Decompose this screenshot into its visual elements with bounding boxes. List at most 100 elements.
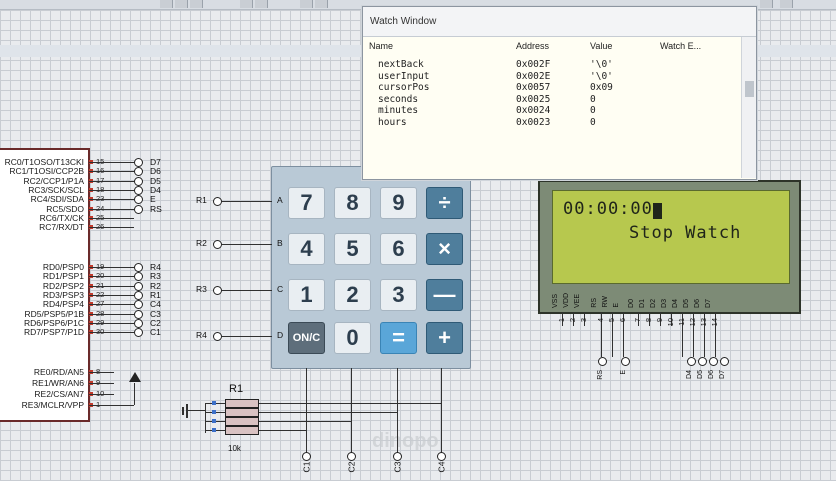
net-terminal[interactable]	[709, 357, 718, 366]
wire	[222, 244, 272, 245]
key-0-0[interactable]: 7	[288, 187, 325, 219]
net-terminal[interactable]	[598, 357, 607, 366]
key-3-1[interactable]: 0	[334, 322, 371, 354]
key-1-0[interactable]: 4	[288, 233, 325, 265]
lcd-net-label: D5	[697, 370, 704, 379]
net-terminal[interactable]	[720, 357, 729, 366]
wire	[259, 412, 397, 413]
watch-scrollbar[interactable]	[741, 37, 756, 178]
key-1-2[interactable]: 6	[380, 233, 417, 265]
watch-window-title[interactable]: Watch Window	[363, 7, 756, 37]
lcd-pin-label: VDD	[563, 293, 570, 308]
key-3-3[interactable]: +	[426, 322, 463, 354]
toolbar-button[interactable]	[315, 0, 328, 8]
net-terminal[interactable]	[347, 452, 356, 461]
net-terminal[interactable]	[213, 240, 222, 249]
key-2-2[interactable]: 3	[380, 279, 417, 311]
key-0-1[interactable]: 8	[334, 187, 371, 219]
watch-address: 0x0057	[516, 82, 551, 93]
toolbar-button[interactable]	[190, 0, 203, 8]
key-2-1[interactable]: 2	[334, 279, 371, 311]
toolbar-button[interactable]	[160, 0, 173, 8]
lcd-display[interactable]: 00:00:00 Stop Watch VSS VDD VEE RS RW E D0 D1 D2…	[538, 180, 801, 314]
net-terminal[interactable]	[213, 197, 222, 206]
net-terminal[interactable]	[213, 332, 222, 341]
row-letter: C	[277, 284, 284, 294]
key-0-3[interactable]: ÷	[426, 187, 463, 219]
net-label: R1	[196, 195, 207, 205]
net-terminal[interactable]	[134, 176, 143, 186]
net-terminal[interactable]	[393, 452, 402, 461]
toolbar-button[interactable]	[240, 0, 253, 8]
wire	[89, 276, 134, 278]
key-2-0[interactable]: 1	[288, 279, 325, 311]
net-terminal[interactable]	[134, 185, 143, 195]
watch-row[interactable]: seconds 0x0025 0	[363, 94, 741, 106]
pin-marker	[212, 419, 216, 423]
resistor[interactable]	[225, 399, 259, 408]
watch-name: minutes	[378, 105, 419, 116]
toolbar-button[interactable]	[300, 0, 313, 8]
toolbar-button[interactable]	[780, 0, 793, 8]
key-2-3[interactable]: —	[426, 279, 463, 311]
lcd-pin-label: VSS	[552, 293, 559, 308]
toolbar-button[interactable]	[175, 0, 188, 8]
column-address[interactable]: Address	[516, 41, 549, 51]
wire	[89, 383, 114, 384]
key-0-2[interactable]: 9	[380, 187, 417, 219]
watch-row[interactable]: cursorPos 0x0057 0x09	[363, 82, 741, 94]
net-terminal[interactable]	[134, 281, 143, 291]
column-name[interactable]: Name	[369, 41, 393, 51]
wire	[89, 285, 134, 287]
net-terminal[interactable]	[134, 290, 143, 300]
lcd-pin-label: RW	[602, 296, 609, 308]
column-value[interactable]: Value	[590, 41, 612, 51]
lcd-pin-number: 2	[568, 318, 577, 323]
net-terminal[interactable]	[437, 452, 446, 461]
key-3-2[interactable]: =	[380, 322, 417, 354]
net-terminal[interactable]	[698, 357, 707, 366]
wire	[89, 372, 114, 373]
watch-address: 0x0023	[516, 116, 551, 128]
watch-name: seconds	[378, 93, 419, 105]
net-label: RS	[150, 203, 162, 214]
net-terminal[interactable]	[134, 309, 143, 319]
net-label: C2	[346, 461, 357, 473]
net-terminal[interactable]	[302, 452, 311, 461]
toolbar-button[interactable]	[760, 0, 773, 8]
net-terminal[interactable]	[134, 204, 143, 214]
watch-row[interactable]: userInput 0x002E '\0'	[363, 71, 741, 83]
net-terminal[interactable]	[134, 263, 143, 272]
wire	[89, 227, 134, 229]
key-3-0[interactable]: ON/C	[288, 322, 325, 354]
scrollbar-thumb[interactable]	[745, 81, 754, 97]
key-1-1[interactable]: 5	[334, 233, 371, 265]
net-terminal[interactable]	[213, 286, 222, 295]
watch-row[interactable]: minutes 0x0024 0	[363, 105, 741, 117]
net-terminal[interactable]	[621, 357, 630, 366]
wire	[89, 332, 134, 334]
resistor[interactable]	[225, 408, 259, 417]
watch-row[interactable]: nextBack 0x002F '\0'	[363, 59, 741, 71]
resistor[interactable]	[225, 417, 259, 426]
key-1-3[interactable]: ×	[426, 233, 463, 265]
pin-label: RE0/RD/AN5	[33, 367, 84, 377]
keypad[interactable]: 7 8 9 ÷ 4 5 6 × 1 2 3 — ON/C 0 = +	[271, 166, 471, 369]
watch-row[interactable]: hours 0x0023 0	[363, 117, 741, 129]
lcd-net-label: RS	[597, 370, 604, 380]
wire	[89, 394, 114, 395]
lcd-pin-number: 14	[710, 318, 719, 327]
watch-name: userInput	[378, 70, 430, 82]
wire	[222, 290, 272, 291]
pin-label: RD7/PSP7/P1D	[24, 327, 84, 338]
watch-address: 0x002F	[516, 59, 551, 70]
net-terminal[interactable]	[687, 357, 696, 366]
net-terminal[interactable]	[134, 318, 143, 328]
toolbar-button[interactable]	[255, 0, 268, 8]
column-watch-expression[interactable]: Watch E...	[660, 41, 701, 51]
resistor[interactable]	[225, 426, 259, 435]
lcd-pin-number: 4	[596, 318, 605, 323]
wire	[205, 403, 206, 433]
net-terminal[interactable]	[134, 158, 143, 167]
watch-window[interactable]: Watch Window Name Address Value Watch E.…	[362, 6, 757, 180]
